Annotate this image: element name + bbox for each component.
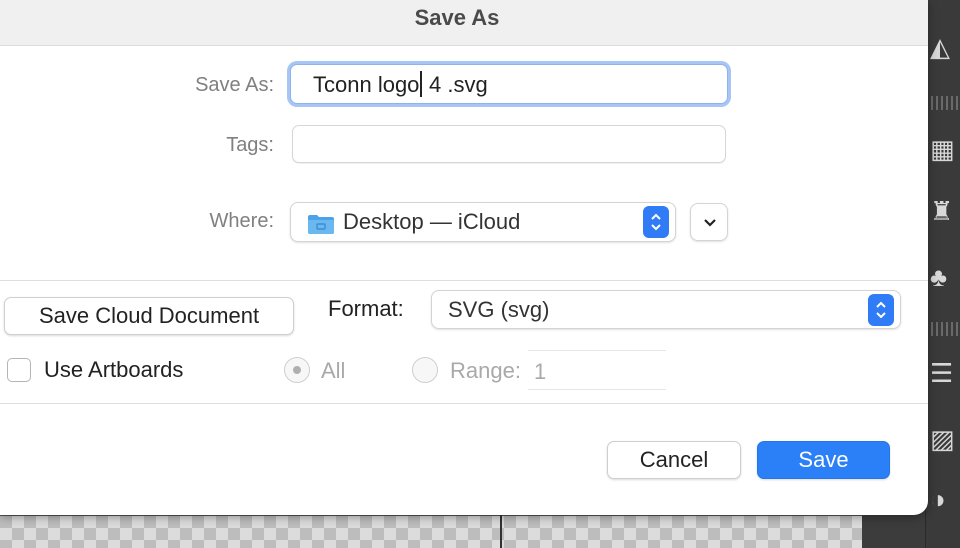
format-label: Format: [328, 296, 404, 321]
filename-text: Tconn logo 4 .svg [313, 71, 488, 97]
artboard-divider [500, 512, 502, 548]
use-artboards-label: Use Artboards [44, 357, 184, 382]
format-popup[interactable]: SVG (svg) [431, 290, 901, 329]
chevron-up-down-icon [643, 206, 669, 238]
where-value: Desktop — iCloud [343, 209, 521, 234]
save-as-filename-input[interactable]: Tconn logo 4 .svg [290, 64, 728, 104]
folder-icon [308, 215, 334, 234]
format-value: SVG (svg) [448, 297, 550, 322]
symbols-icon[interactable]: ♣ [930, 262, 958, 292]
save-as-label: Save As: [195, 74, 274, 96]
dialog-title: Save As [414, 5, 500, 30]
gradient-tool-icon[interactable]: ◭ [930, 32, 958, 62]
tags-input[interactable] [292, 125, 726, 163]
where-location-popup[interactable]: Desktop — iCloud [290, 202, 676, 242]
stroke-icon[interactable]: ☰ [930, 358, 958, 388]
panel-separator [926, 322, 960, 336]
where-label: Where: [209, 210, 274, 232]
save-as-dialog: Save As Save As: Tconn logo 4 .svg Tags:… [0, 0, 928, 515]
range-radio-label: Range: [450, 358, 521, 383]
panel-separator [926, 96, 960, 110]
save-button[interactable]: Save [757, 441, 890, 479]
grid-tool-icon[interactable]: ▦ [930, 134, 958, 164]
tools-panel: ◭ ▦ ♜ ♣ ☰ ▨ ◑ [925, 0, 960, 548]
gradient-swatch-icon[interactable]: ▨ [930, 424, 958, 454]
expand-browser-button[interactable] [690, 203, 728, 241]
save-cloud-document-button[interactable]: Save Cloud Document [4, 297, 294, 335]
range-input[interactable]: 1 [528, 350, 666, 390]
dialog-titlebar: Save As [0, 0, 928, 46]
section-divider [0, 280, 928, 281]
all-radio-label: All [321, 358, 346, 383]
range-value: 1 [534, 359, 547, 384]
section-divider [0, 403, 928, 404]
appearance-icon[interactable]: ◑ [930, 484, 958, 514]
use-artboards-checkbox[interactable] [7, 358, 31, 382]
tags-label: Tags: [226, 134, 274, 156]
text-caret [420, 71, 422, 97]
radio-dot [293, 366, 301, 374]
range-radio[interactable] [412, 357, 438, 383]
chevron-up-down-icon [868, 294, 894, 326]
cancel-button[interactable]: Cancel [607, 441, 741, 479]
brushes-icon[interactable]: ♜ [930, 196, 958, 226]
chevron-down-icon [704, 219, 716, 227]
all-radio[interactable] [284, 357, 310, 383]
